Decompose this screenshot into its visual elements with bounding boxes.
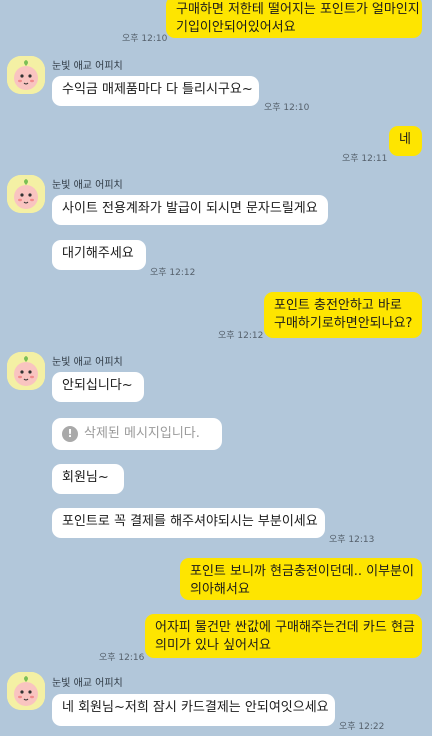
message-text-line: 어자피 물건만 싼값에 구매해주는건데 카드 현금	[155, 620, 415, 635]
message-text: 회원님~	[62, 470, 109, 485]
message-time: 오후 12:11	[342, 154, 388, 164]
message-text-line: 구매하면 저한테 떨어지는 포인트가 얼마인지	[176, 2, 420, 17]
message-bubble-received[interactable]: 포인트로 꼭 결제를 해주셔야되시는 부분이세요	[52, 508, 325, 538]
message-text-line: 의미가 있나 싶어서요	[155, 638, 271, 653]
sender-avatar[interactable]	[7, 352, 45, 390]
message-text-line: 의아해서요	[190, 582, 250, 597]
message-text-line: 기입이안되어있어서요	[176, 20, 296, 35]
peach-character-avatar-icon	[7, 352, 45, 390]
chat-room[interactable]: 구매하면 저한테 떨어지는 포인트가 얼마인지 기입이안되어있어서요 오후 12…	[0, 0, 432, 736]
message-text: 포인트로 꼭 결제를 해주셔야되시는 부분이세요	[62, 514, 318, 529]
message-text-line: 포인트 충전안하고 바로	[274, 298, 402, 313]
exclamation-circle-icon: !	[62, 426, 78, 442]
message-time: 오후 12:10	[122, 34, 168, 44]
message-text-line: 포인트 보니까 현금충전이던데.. 이부분이	[190, 564, 414, 579]
message-bubble-sent[interactable]: 네	[389, 126, 422, 156]
message-bubble-sent[interactable]: 어자피 물건만 싼값에 구매해주는건데 카드 현금 의미가 있나 싶어서요	[145, 614, 422, 658]
message-bubble-received[interactable]: 사이트 전용계좌가 발급이 되시면 문자드릴게요	[52, 195, 328, 225]
message-bubble-received[interactable]: 회원님~	[52, 464, 124, 494]
message-text: 네	[399, 132, 411, 147]
message-bubble-sent[interactable]: 포인트 충전안하고 바로 구매하기로하면안되나요?	[264, 292, 422, 338]
message-bubble-received[interactable]: 대기해주세요	[52, 240, 146, 270]
peach-character-avatar-icon	[7, 672, 45, 710]
message-text: 대기해주세요	[62, 246, 134, 261]
message-bubble-received[interactable]: 수익금 매제품마다 다 틀리시구요~	[52, 76, 259, 106]
message-time: 오후 12:12	[150, 268, 196, 278]
message-text: 수익금 매제품마다 다 틀리시구요~	[62, 82, 253, 97]
message-bubble-sent[interactable]: 포인트 보니까 현금충전이던데.. 이부분이 의아해서요	[180, 558, 422, 600]
message-text: 네 회원님~저희 잠시 카드결제는 안되여잇으세요	[62, 700, 329, 715]
message-time: 오후 12:13	[329, 535, 375, 545]
message-time: 오후 12:22	[339, 722, 385, 732]
sender-name: 눈빛 애교 어피치	[52, 180, 123, 191]
message-text-line: 구매하기로하면안되나요?	[274, 316, 413, 331]
deleted-message-bubble[interactable]: ! 삭제된 메시지입니다.	[52, 418, 222, 450]
message-text: 삭제된 메시지입니다.	[84, 426, 200, 441]
message-bubble-received[interactable]: 네 회원님~저희 잠시 카드결제는 안되여잇으세요	[52, 694, 335, 726]
message-text: 안되십니다~	[62, 378, 133, 393]
sender-avatar[interactable]	[7, 672, 45, 710]
peach-character-avatar-icon	[7, 175, 45, 213]
message-time: 오후 12:10	[264, 103, 310, 113]
message-bubble-sent[interactable]: 구매하면 저한테 떨어지는 포인트가 얼마인지 기입이안되어있어서요	[166, 0, 422, 38]
sender-avatar[interactable]	[7, 56, 45, 94]
message-text: 사이트 전용계좌가 발급이 되시면 문자드릴게요	[62, 201, 318, 216]
sender-name: 눈빛 애교 어피치	[52, 61, 123, 72]
sender-avatar[interactable]	[7, 175, 45, 213]
message-time: 오후 12:12	[218, 331, 264, 341]
message-time: 오후 12:16	[99, 653, 145, 663]
sender-name: 눈빛 애교 어피치	[52, 357, 123, 368]
message-bubble-received[interactable]: 안되십니다~	[52, 372, 144, 402]
peach-character-avatar-icon	[7, 56, 45, 94]
sender-name: 눈빛 애교 어피치	[52, 678, 123, 689]
